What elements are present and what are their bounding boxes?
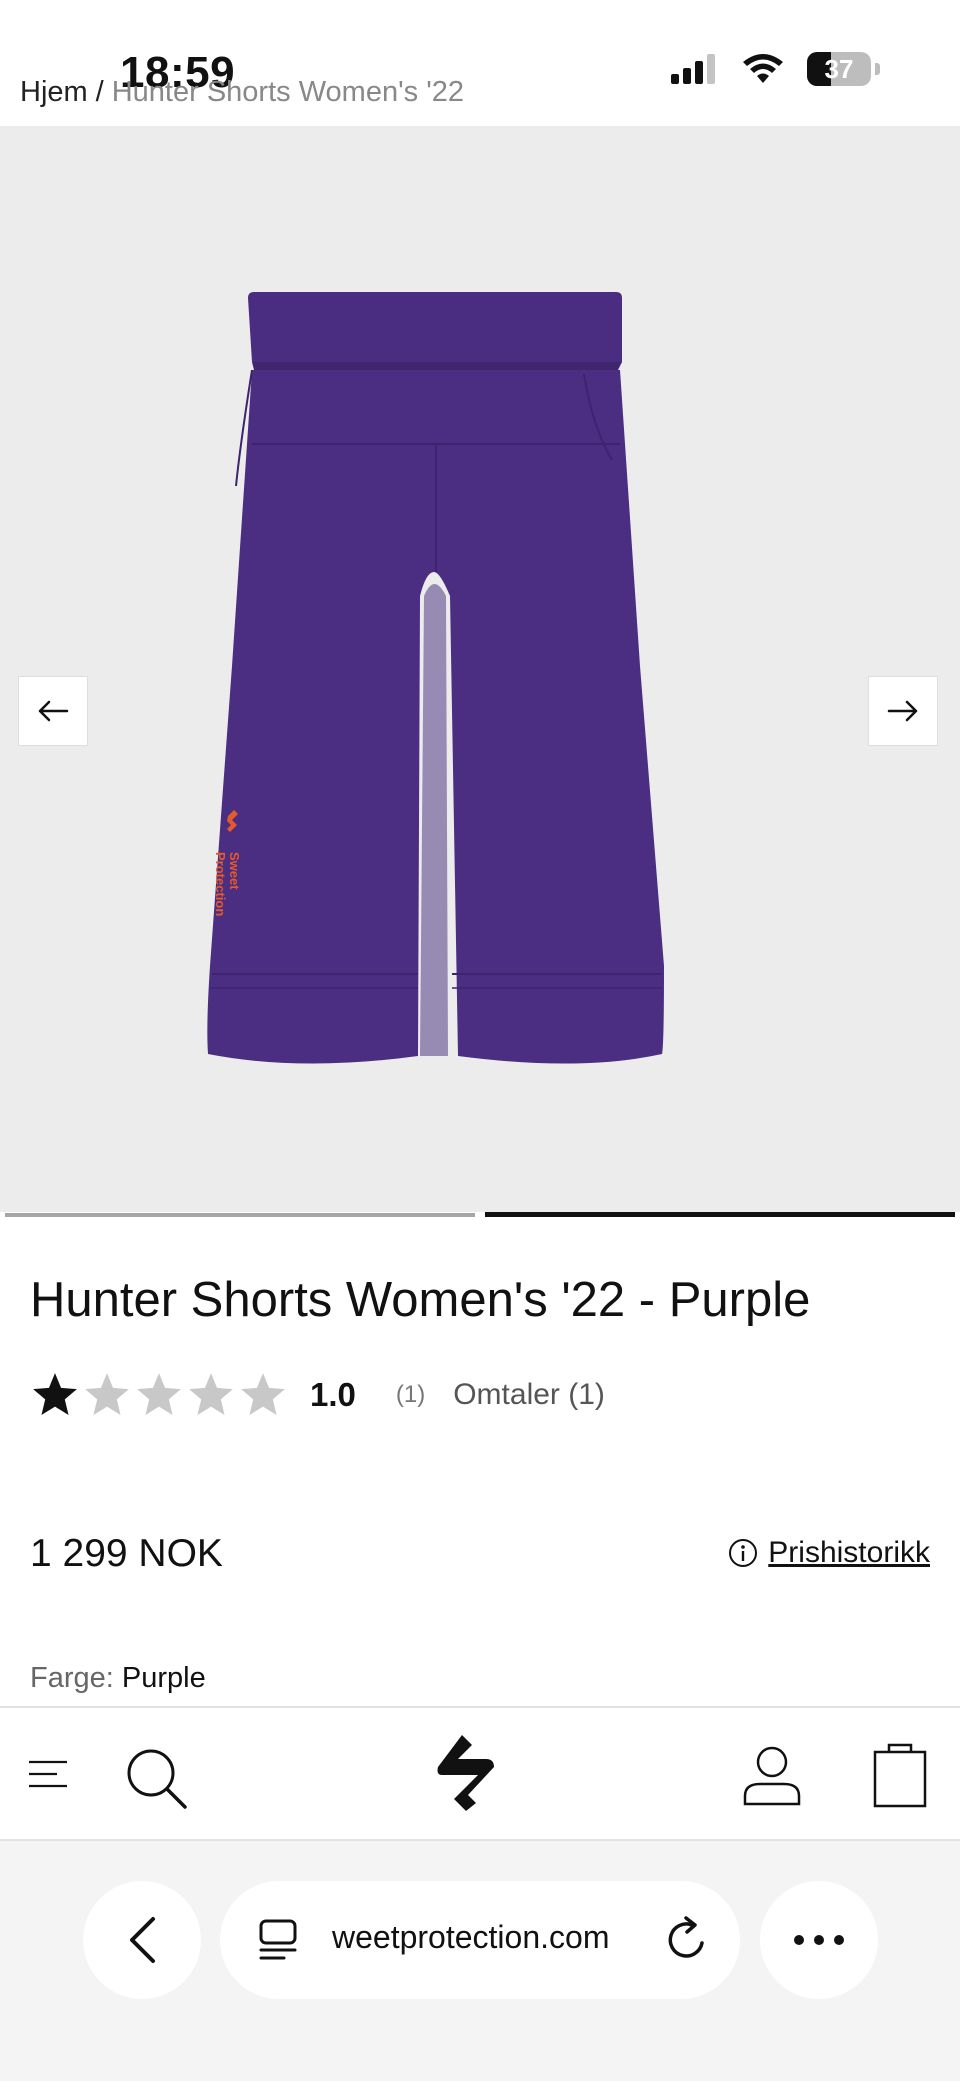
breadcrumb: Hjem / Hunter Shorts Women's '22 bbox=[20, 76, 464, 109]
gallery-progress bbox=[0, 1212, 960, 1218]
rating-value: 1.0 bbox=[310, 1376, 356, 1413]
account-button[interactable] bbox=[740, 1742, 804, 1810]
browser-url[interactable]: weetprotection.com bbox=[332, 1919, 609, 1956]
breadcrumb-current: Hunter Shorts Women's '22 bbox=[111, 76, 464, 108]
site-bottom-nav bbox=[0, 1706, 960, 1841]
menu-button[interactable] bbox=[26, 1748, 70, 1800]
color-value: Purple bbox=[121, 1662, 206, 1694]
back-icon bbox=[130, 1917, 155, 1963]
status-icons: 37 bbox=[671, 52, 880, 86]
reload-icon[interactable] bbox=[664, 1915, 710, 1963]
breadcrumb-separator: / bbox=[95, 76, 104, 108]
star-empty-icon bbox=[137, 1373, 181, 1415]
star-empty-icon bbox=[189, 1373, 233, 1415]
arrow-left-icon bbox=[38, 700, 69, 722]
svg-text:Sweet: Sweet bbox=[227, 852, 242, 890]
status-bar: 18:59 37 Hjem / Hunter Shorts Women's '22 bbox=[0, 0, 960, 126]
star-filled-icon bbox=[33, 1373, 77, 1415]
menu-icon bbox=[29, 1760, 67, 1788]
cart-button[interactable] bbox=[872, 1740, 928, 1810]
search-icon bbox=[127, 1749, 187, 1809]
cellular-signal-icon bbox=[671, 54, 715, 84]
browser-toolbar: weetprotection.com bbox=[0, 1841, 960, 2081]
account-icon bbox=[743, 1746, 801, 1806]
color-row: Farge: Purple bbox=[30, 1662, 206, 1695]
battery-cap bbox=[875, 63, 880, 75]
gallery-progress-segment-2-active[interactable] bbox=[485, 1212, 955, 1217]
product-title: Hunter Shorts Women's '22 - Purple bbox=[30, 1273, 811, 1327]
product-image: Sweet Protection bbox=[207, 292, 665, 1064]
gallery-progress-segment-1[interactable] bbox=[5, 1213, 475, 1217]
product-price: 1 299 NOK bbox=[30, 1532, 223, 1575]
rating-stars bbox=[30, 1370, 288, 1420]
svg-text:Protection: Protection bbox=[213, 852, 228, 916]
breadcrumb-home[interactable]: Hjem bbox=[20, 76, 88, 108]
more-icon bbox=[794, 1935, 844, 1945]
tabs-icon[interactable] bbox=[258, 1918, 298, 1962]
rating-row: 1.0 (1) Omtaler (1) bbox=[30, 1365, 605, 1425]
battery-level: 37 bbox=[824, 53, 854, 84]
brand-logo-icon bbox=[437, 1735, 494, 1811]
price-history-label[interactable]: Prishistorikk bbox=[768, 1536, 930, 1570]
wifi-icon bbox=[743, 54, 783, 83]
cart-icon bbox=[873, 1743, 927, 1808]
previous-image-button[interactable] bbox=[18, 676, 88, 746]
next-image-button[interactable] bbox=[868, 676, 938, 746]
star-empty-icon bbox=[241, 1373, 285, 1415]
browser-more-button[interactable] bbox=[760, 1881, 878, 1999]
arrow-right-icon bbox=[887, 700, 918, 722]
price-history-link[interactable]: Prishistorikk bbox=[728, 1536, 930, 1570]
info-icon bbox=[729, 1539, 758, 1567]
search-button[interactable] bbox=[122, 1744, 192, 1814]
browser-back-button[interactable] bbox=[83, 1881, 201, 1999]
rating-count: (1) bbox=[395, 1381, 426, 1408]
star-empty-icon bbox=[85, 1373, 129, 1415]
product-gallery[interactable]: Sweet Protection bbox=[0, 126, 960, 1212]
brand-logo-button[interactable] bbox=[430, 1732, 502, 1814]
battery-icon: 37 bbox=[807, 52, 871, 86]
browser-address-bar[interactable]: weetprotection.com bbox=[220, 1881, 740, 1999]
color-label: Farge: bbox=[30, 1662, 114, 1694]
reviews-link[interactable]: Omtaler (1) bbox=[453, 1378, 605, 1412]
